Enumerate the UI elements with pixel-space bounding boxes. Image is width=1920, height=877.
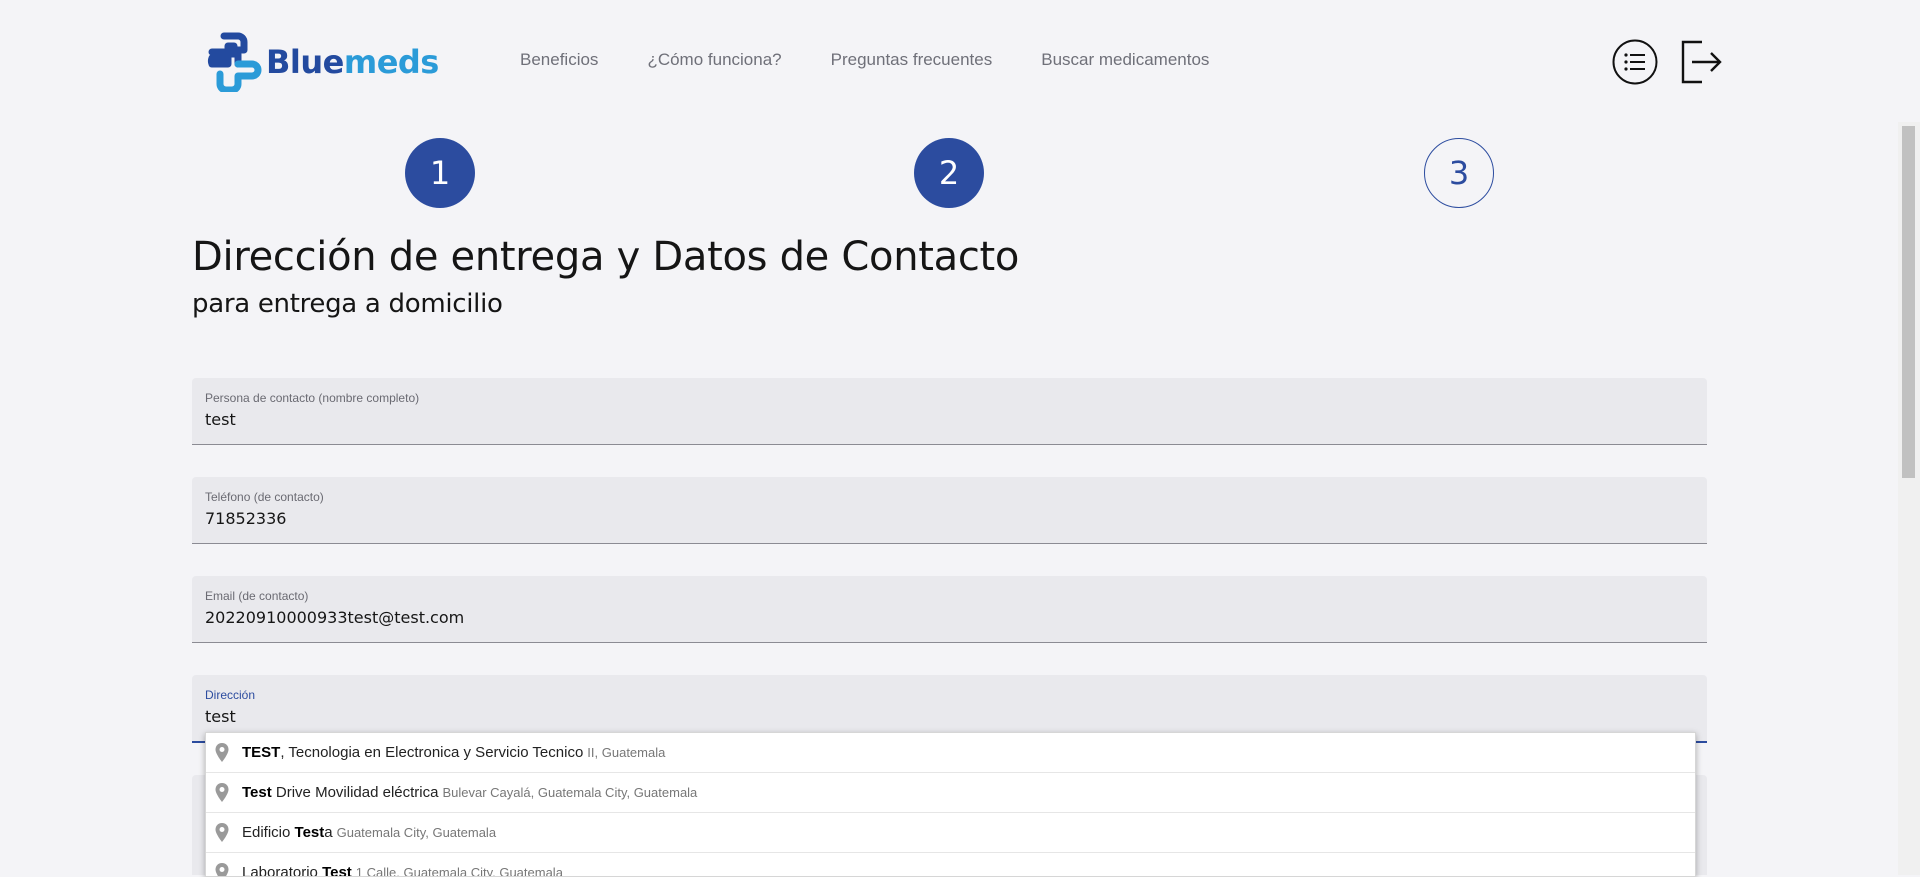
map-pin-icon bbox=[214, 822, 230, 844]
suggestion-main-text: TEST, Tecnologia en Electronica y Servic… bbox=[242, 744, 583, 761]
nav-como-funciona[interactable]: ¿Cómo funciona? bbox=[647, 50, 781, 70]
email-field[interactable]: Email (de contacto) bbox=[192, 576, 1707, 643]
suggestion-secondary-text: 1 Calle, Guatemala City, Guatemala bbox=[356, 865, 563, 877]
map-pin-icon bbox=[214, 742, 230, 764]
checkout-stepper: 1 2 3 bbox=[0, 138, 1920, 210]
main-nav: Beneficios ¿Cómo funciona? Preguntas fre… bbox=[520, 50, 1258, 70]
suggestion-secondary-text: II, Guatemala bbox=[587, 745, 665, 760]
suggestion-main-text: Laboratorio Test bbox=[242, 864, 352, 877]
autocomplete-suggestion[interactable]: Laboratorio Test 1 Calle, Guatemala City… bbox=[206, 853, 1695, 877]
suggestion-secondary-text: Bulevar Cayalá, Guatemala City, Guatemal… bbox=[442, 785, 697, 800]
logout-icon bbox=[1680, 38, 1722, 86]
email-input[interactable] bbox=[205, 608, 1685, 627]
suggestion-main-text: Test Drive Movilidad eléctrica bbox=[242, 784, 438, 801]
address-input[interactable] bbox=[205, 707, 1685, 726]
email-label: Email (de contacto) bbox=[205, 589, 308, 603]
autocomplete-suggestion[interactable]: Edificio Testa Guatemala City, Guatemala bbox=[206, 813, 1695, 853]
step-3: 3 bbox=[1424, 138, 1494, 208]
contact-name-input[interactable] bbox=[205, 410, 1685, 429]
logout-button[interactable] bbox=[1680, 38, 1722, 86]
suggestion-secondary-text: Guatemala City, Guatemala bbox=[337, 825, 496, 840]
list-menu-button[interactable] bbox=[1612, 39, 1658, 85]
autocomplete-suggestion[interactable]: TEST, Tecnologia en Electronica y Servic… bbox=[206, 733, 1695, 773]
page-title: Dirección de entrega y Datos de Contacto bbox=[192, 234, 1019, 280]
nav-buscar-medicamentos[interactable]: Buscar medicamentos bbox=[1041, 50, 1209, 70]
phone-label: Teléfono (de contacto) bbox=[205, 490, 324, 504]
suggestion-main-text: Edificio Testa bbox=[242, 824, 333, 841]
bluemeds-logo[interactable]: Bluemeds bbox=[200, 32, 439, 92]
medical-cross-logo-icon bbox=[200, 32, 262, 92]
nav-preguntas-frecuentes[interactable]: Preguntas frecuentes bbox=[831, 50, 993, 70]
contact-name-label: Persona de contacto (nombre completo) bbox=[205, 391, 419, 405]
map-pin-icon bbox=[214, 782, 230, 804]
step-2: 2 bbox=[914, 138, 984, 208]
autocomplete-suggestion[interactable]: Test Drive Movilidad eléctrica Bulevar C… bbox=[206, 773, 1695, 813]
address-label: Dirección bbox=[205, 688, 255, 702]
top-header: Bluemeds Beneficios ¿Cómo funciona? Preg… bbox=[0, 0, 1920, 125]
contact-name-field[interactable]: Persona de contacto (nombre completo) bbox=[192, 378, 1707, 445]
phone-field[interactable]: Teléfono (de contacto) bbox=[192, 477, 1707, 544]
step-1: 1 bbox=[405, 138, 475, 208]
address-autocomplete-dropdown: TEST, Tecnologia en Electronica y Servic… bbox=[205, 732, 1696, 877]
list-menu-icon bbox=[1612, 39, 1658, 85]
phone-input[interactable] bbox=[205, 509, 1685, 528]
page-subtitle: para entrega a domicilio bbox=[192, 289, 503, 319]
nav-beneficios[interactable]: Beneficios bbox=[520, 50, 598, 70]
logo-text: Bluemeds bbox=[266, 43, 439, 81]
